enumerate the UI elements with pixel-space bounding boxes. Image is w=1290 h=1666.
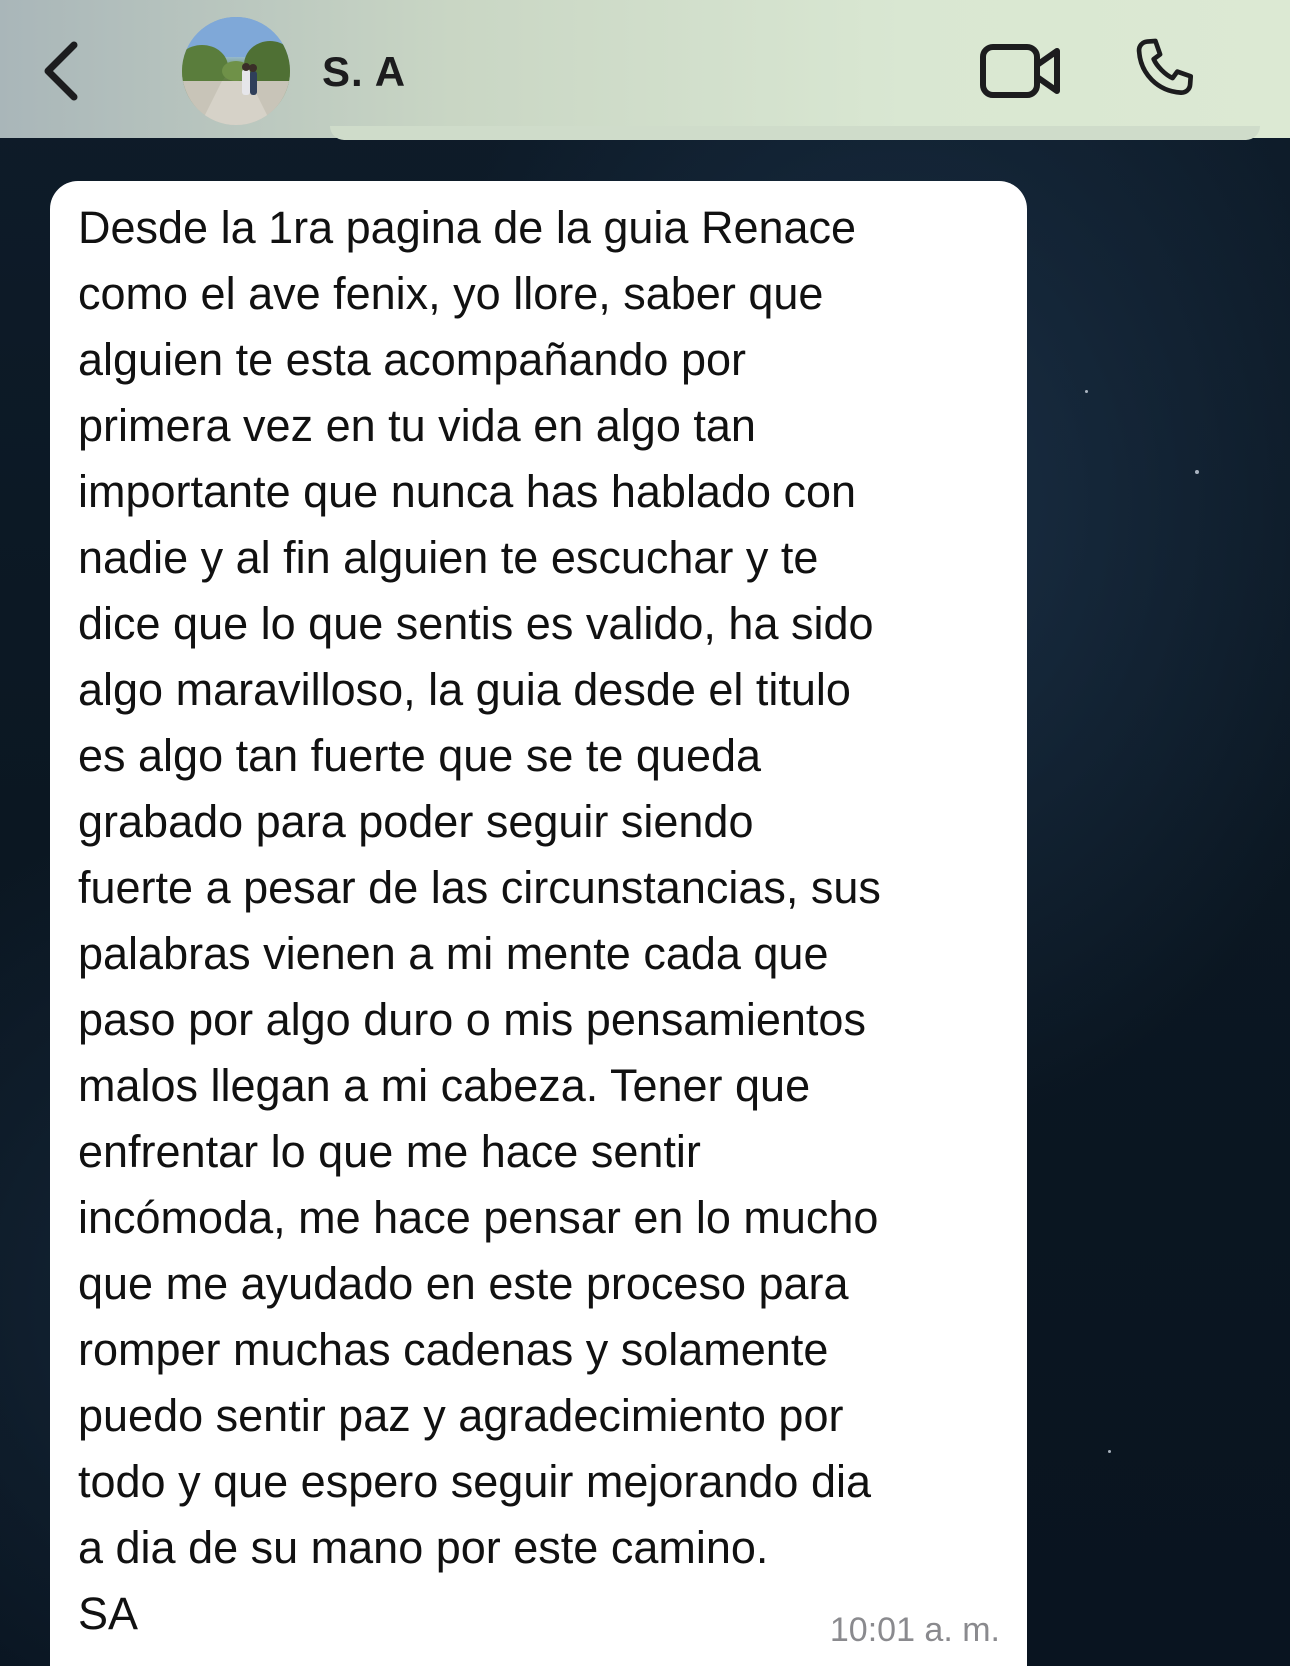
video-call-button[interactable] [978,38,1064,104]
wallpaper-star [1108,1450,1111,1453]
phone-icon [1136,38,1194,95]
avatar[interactable] [182,17,290,125]
voice-call-button[interactable] [1128,34,1198,104]
back-button[interactable] [30,36,90,106]
wallpaper-star [1085,390,1088,393]
wallpaper-star [1195,470,1199,474]
contact-name[interactable]: S. A [322,44,406,100]
chat-header: S. A [0,0,1290,138]
message-timestamp: 10:01 a. m. [829,1611,1000,1649]
header-divider [330,126,1260,140]
chevron-left-icon [44,41,78,101]
message-text: Desde la 1ra pagina de la guia Renace co… [78,202,881,1639]
video-camera-icon [980,44,1060,98]
